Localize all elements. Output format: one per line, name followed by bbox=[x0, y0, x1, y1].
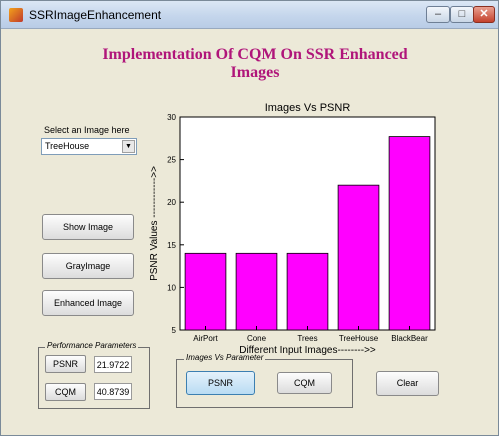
chart-title: Images Vs PSNR bbox=[265, 102, 351, 114]
x-tick-label: AirPort bbox=[193, 334, 218, 343]
y-tick-label: 15 bbox=[167, 241, 176, 250]
chart-x-axis-label: Different Input Images-------->> bbox=[239, 345, 376, 356]
bar-cone bbox=[235, 252, 278, 331]
bar-blackbear bbox=[388, 136, 431, 331]
y-tick-label: 20 bbox=[167, 198, 176, 207]
x-tick-label: BlackBear bbox=[391, 334, 428, 343]
x-tick-label: Cone bbox=[247, 334, 267, 343]
bar-airport bbox=[184, 252, 227, 331]
bar-treehouse bbox=[337, 184, 380, 331]
y-tick-label: 25 bbox=[167, 156, 176, 165]
psnr-bar-chart: Images Vs PSNR Different Input Images---… bbox=[149, 102, 436, 356]
chart-y-axis-label: PSNR Values ------------>> bbox=[149, 166, 160, 281]
y-tick-label: 10 bbox=[167, 283, 176, 292]
y-tick-label: 30 bbox=[167, 113, 176, 122]
bar-trees bbox=[286, 252, 329, 331]
x-tick-label: Trees bbox=[297, 334, 317, 343]
y-tick-label: 5 bbox=[172, 326, 177, 335]
x-tick-label: TreeHouse bbox=[339, 334, 379, 343]
